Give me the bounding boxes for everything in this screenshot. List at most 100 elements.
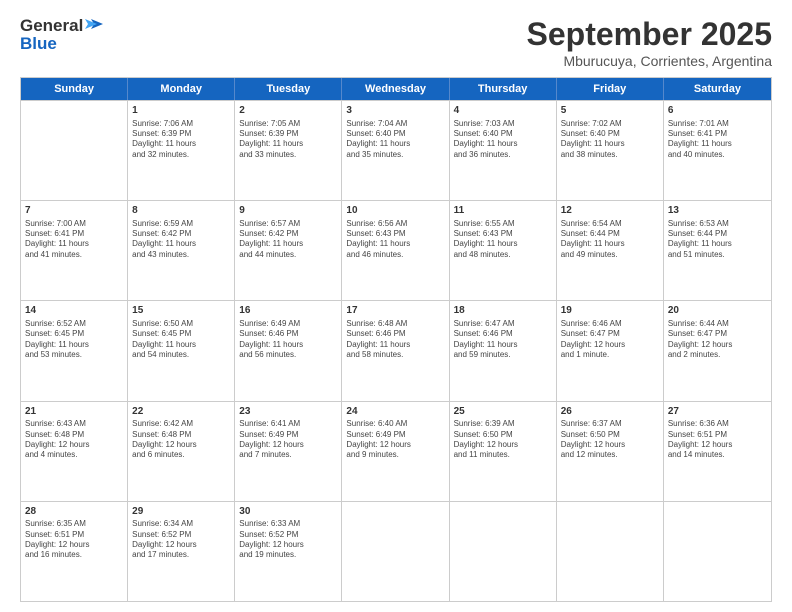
calendar-cell: 30Sunrise: 6:33 AM Sunset: 6:52 PM Dayli…: [235, 502, 342, 601]
cell-info: Sunrise: 6:37 AM Sunset: 6:50 PM Dayligh…: [561, 419, 659, 461]
calendar-cell: 27Sunrise: 6:36 AM Sunset: 6:51 PM Dayli…: [664, 402, 771, 501]
calendar-cell: 14Sunrise: 6:52 AM Sunset: 6:45 PM Dayli…: [21, 301, 128, 400]
calendar-row-1: 1Sunrise: 7:06 AM Sunset: 6:39 PM Daylig…: [21, 100, 771, 200]
calendar-cell: 11Sunrise: 6:55 AM Sunset: 6:43 PM Dayli…: [450, 201, 557, 300]
calendar-cell: 10Sunrise: 6:56 AM Sunset: 6:43 PM Dayli…: [342, 201, 449, 300]
cell-info: Sunrise: 6:55 AM Sunset: 6:43 PM Dayligh…: [454, 219, 552, 261]
cell-info: Sunrise: 6:53 AM Sunset: 6:44 PM Dayligh…: [668, 219, 767, 261]
cell-info: Sunrise: 6:43 AM Sunset: 6:48 PM Dayligh…: [25, 419, 123, 461]
header-day-friday: Friday: [557, 78, 664, 100]
cell-day-number: 17: [346, 304, 444, 318]
cell-day-number: 27: [668, 405, 767, 419]
cell-info: Sunrise: 7:03 AM Sunset: 6:40 PM Dayligh…: [454, 119, 552, 161]
cell-info: Sunrise: 6:35 AM Sunset: 6:51 PM Dayligh…: [25, 519, 123, 561]
cell-day-number: 2: [239, 104, 337, 118]
header-day-saturday: Saturday: [664, 78, 771, 100]
cell-day-number: 19: [561, 304, 659, 318]
cell-day-number: 18: [454, 304, 552, 318]
cell-info: Sunrise: 7:00 AM Sunset: 6:41 PM Dayligh…: [25, 219, 123, 261]
calendar-cell: 18Sunrise: 6:47 AM Sunset: 6:46 PM Dayli…: [450, 301, 557, 400]
cell-info: Sunrise: 7:06 AM Sunset: 6:39 PM Dayligh…: [132, 119, 230, 161]
calendar-cell: 26Sunrise: 6:37 AM Sunset: 6:50 PM Dayli…: [557, 402, 664, 501]
cell-info: Sunrise: 6:41 AM Sunset: 6:49 PM Dayligh…: [239, 419, 337, 461]
cell-day-number: 24: [346, 405, 444, 419]
header-day-sunday: Sunday: [21, 78, 128, 100]
cell-info: Sunrise: 6:49 AM Sunset: 6:46 PM Dayligh…: [239, 319, 337, 361]
calendar-cell: 23Sunrise: 6:41 AM Sunset: 6:49 PM Dayli…: [235, 402, 342, 501]
calendar-cell: 13Sunrise: 6:53 AM Sunset: 6:44 PM Dayli…: [664, 201, 771, 300]
header: General Blue September 2025 Mburucuya, C…: [20, 16, 772, 69]
cell-day-number: 1: [132, 104, 230, 118]
cell-day-number: 28: [25, 505, 123, 519]
logo-arrow-icon: [85, 17, 103, 31]
calendar-cell: 17Sunrise: 6:48 AM Sunset: 6:46 PM Dayli…: [342, 301, 449, 400]
calendar-cell: [664, 502, 771, 601]
cell-info: Sunrise: 6:48 AM Sunset: 6:46 PM Dayligh…: [346, 319, 444, 361]
calendar-cell: 5Sunrise: 7:02 AM Sunset: 6:40 PM Daylig…: [557, 101, 664, 200]
calendar-row-3: 14Sunrise: 6:52 AM Sunset: 6:45 PM Dayli…: [21, 300, 771, 400]
cell-day-number: 7: [25, 204, 123, 218]
calendar-cell: 25Sunrise: 6:39 AM Sunset: 6:50 PM Dayli…: [450, 402, 557, 501]
calendar-cell: [342, 502, 449, 601]
cell-day-number: 23: [239, 405, 337, 419]
cell-day-number: 15: [132, 304, 230, 318]
header-day-thursday: Thursday: [450, 78, 557, 100]
sub-title: Mburucuya, Corrientes, Argentina: [527, 53, 772, 69]
cell-info: Sunrise: 6:39 AM Sunset: 6:50 PM Dayligh…: [454, 419, 552, 461]
calendar-row-4: 21Sunrise: 6:43 AM Sunset: 6:48 PM Dayli…: [21, 401, 771, 501]
cell-day-number: 29: [132, 505, 230, 519]
calendar-cell: [21, 101, 128, 200]
cell-day-number: 9: [239, 204, 337, 218]
calendar-cell: 19Sunrise: 6:46 AM Sunset: 6:47 PM Dayli…: [557, 301, 664, 400]
cell-info: Sunrise: 6:40 AM Sunset: 6:49 PM Dayligh…: [346, 419, 444, 461]
cell-day-number: 14: [25, 304, 123, 318]
calendar-cell: 6Sunrise: 7:01 AM Sunset: 6:41 PM Daylig…: [664, 101, 771, 200]
header-day-tuesday: Tuesday: [235, 78, 342, 100]
cell-info: Sunrise: 6:52 AM Sunset: 6:45 PM Dayligh…: [25, 319, 123, 361]
calendar-cell: 16Sunrise: 6:49 AM Sunset: 6:46 PM Dayli…: [235, 301, 342, 400]
calendar-row-5: 28Sunrise: 6:35 AM Sunset: 6:51 PM Dayli…: [21, 501, 771, 601]
cell-info: Sunrise: 7:02 AM Sunset: 6:40 PM Dayligh…: [561, 119, 659, 161]
cell-info: Sunrise: 6:59 AM Sunset: 6:42 PM Dayligh…: [132, 219, 230, 261]
cell-day-number: 20: [668, 304, 767, 318]
calendar-cell: 12Sunrise: 6:54 AM Sunset: 6:44 PM Dayli…: [557, 201, 664, 300]
calendar-cell: 3Sunrise: 7:04 AM Sunset: 6:40 PM Daylig…: [342, 101, 449, 200]
cell-day-number: 8: [132, 204, 230, 218]
cell-day-number: 3: [346, 104, 444, 118]
cell-day-number: 12: [561, 204, 659, 218]
calendar-row-2: 7Sunrise: 7:00 AM Sunset: 6:41 PM Daylig…: [21, 200, 771, 300]
cell-info: Sunrise: 6:50 AM Sunset: 6:45 PM Dayligh…: [132, 319, 230, 361]
calendar-header: SundayMondayTuesdayWednesdayThursdayFrid…: [21, 78, 771, 100]
logo-general: General: [20, 16, 103, 36]
cell-info: Sunrise: 6:34 AM Sunset: 6:52 PM Dayligh…: [132, 519, 230, 561]
calendar-cell: 29Sunrise: 6:34 AM Sunset: 6:52 PM Dayli…: [128, 502, 235, 601]
cell-info: Sunrise: 6:47 AM Sunset: 6:46 PM Dayligh…: [454, 319, 552, 361]
cell-day-number: 26: [561, 405, 659, 419]
cell-info: Sunrise: 6:44 AM Sunset: 6:47 PM Dayligh…: [668, 319, 767, 361]
calendar-cell: 1Sunrise: 7:06 AM Sunset: 6:39 PM Daylig…: [128, 101, 235, 200]
cell-info: Sunrise: 6:46 AM Sunset: 6:47 PM Dayligh…: [561, 319, 659, 361]
logo: General Blue: [20, 16, 103, 54]
cell-day-number: 30: [239, 505, 337, 519]
calendar-cell: 7Sunrise: 7:00 AM Sunset: 6:41 PM Daylig…: [21, 201, 128, 300]
calendar-cell: 22Sunrise: 6:42 AM Sunset: 6:48 PM Dayli…: [128, 402, 235, 501]
calendar-cell: 9Sunrise: 6:57 AM Sunset: 6:42 PM Daylig…: [235, 201, 342, 300]
cell-day-number: 16: [239, 304, 337, 318]
cell-day-number: 22: [132, 405, 230, 419]
logo-blue: Blue: [20, 34, 57, 54]
header-day-wednesday: Wednesday: [342, 78, 449, 100]
cell-day-number: 6: [668, 104, 767, 118]
calendar-cell: 20Sunrise: 6:44 AM Sunset: 6:47 PM Dayli…: [664, 301, 771, 400]
cell-day-number: 25: [454, 405, 552, 419]
page: General Blue September 2025 Mburucuya, C…: [0, 0, 792, 612]
calendar-body: 1Sunrise: 7:06 AM Sunset: 6:39 PM Daylig…: [21, 100, 771, 601]
calendar: SundayMondayTuesdayWednesdayThursdayFrid…: [20, 77, 772, 602]
calendar-cell: 28Sunrise: 6:35 AM Sunset: 6:51 PM Dayli…: [21, 502, 128, 601]
calendar-cell: [557, 502, 664, 601]
cell-info: Sunrise: 7:05 AM Sunset: 6:39 PM Dayligh…: [239, 119, 337, 161]
calendar-cell: 24Sunrise: 6:40 AM Sunset: 6:49 PM Dayli…: [342, 402, 449, 501]
cell-info: Sunrise: 7:01 AM Sunset: 6:41 PM Dayligh…: [668, 119, 767, 161]
header-day-monday: Monday: [128, 78, 235, 100]
cell-day-number: 21: [25, 405, 123, 419]
calendar-cell: 15Sunrise: 6:50 AM Sunset: 6:45 PM Dayli…: [128, 301, 235, 400]
